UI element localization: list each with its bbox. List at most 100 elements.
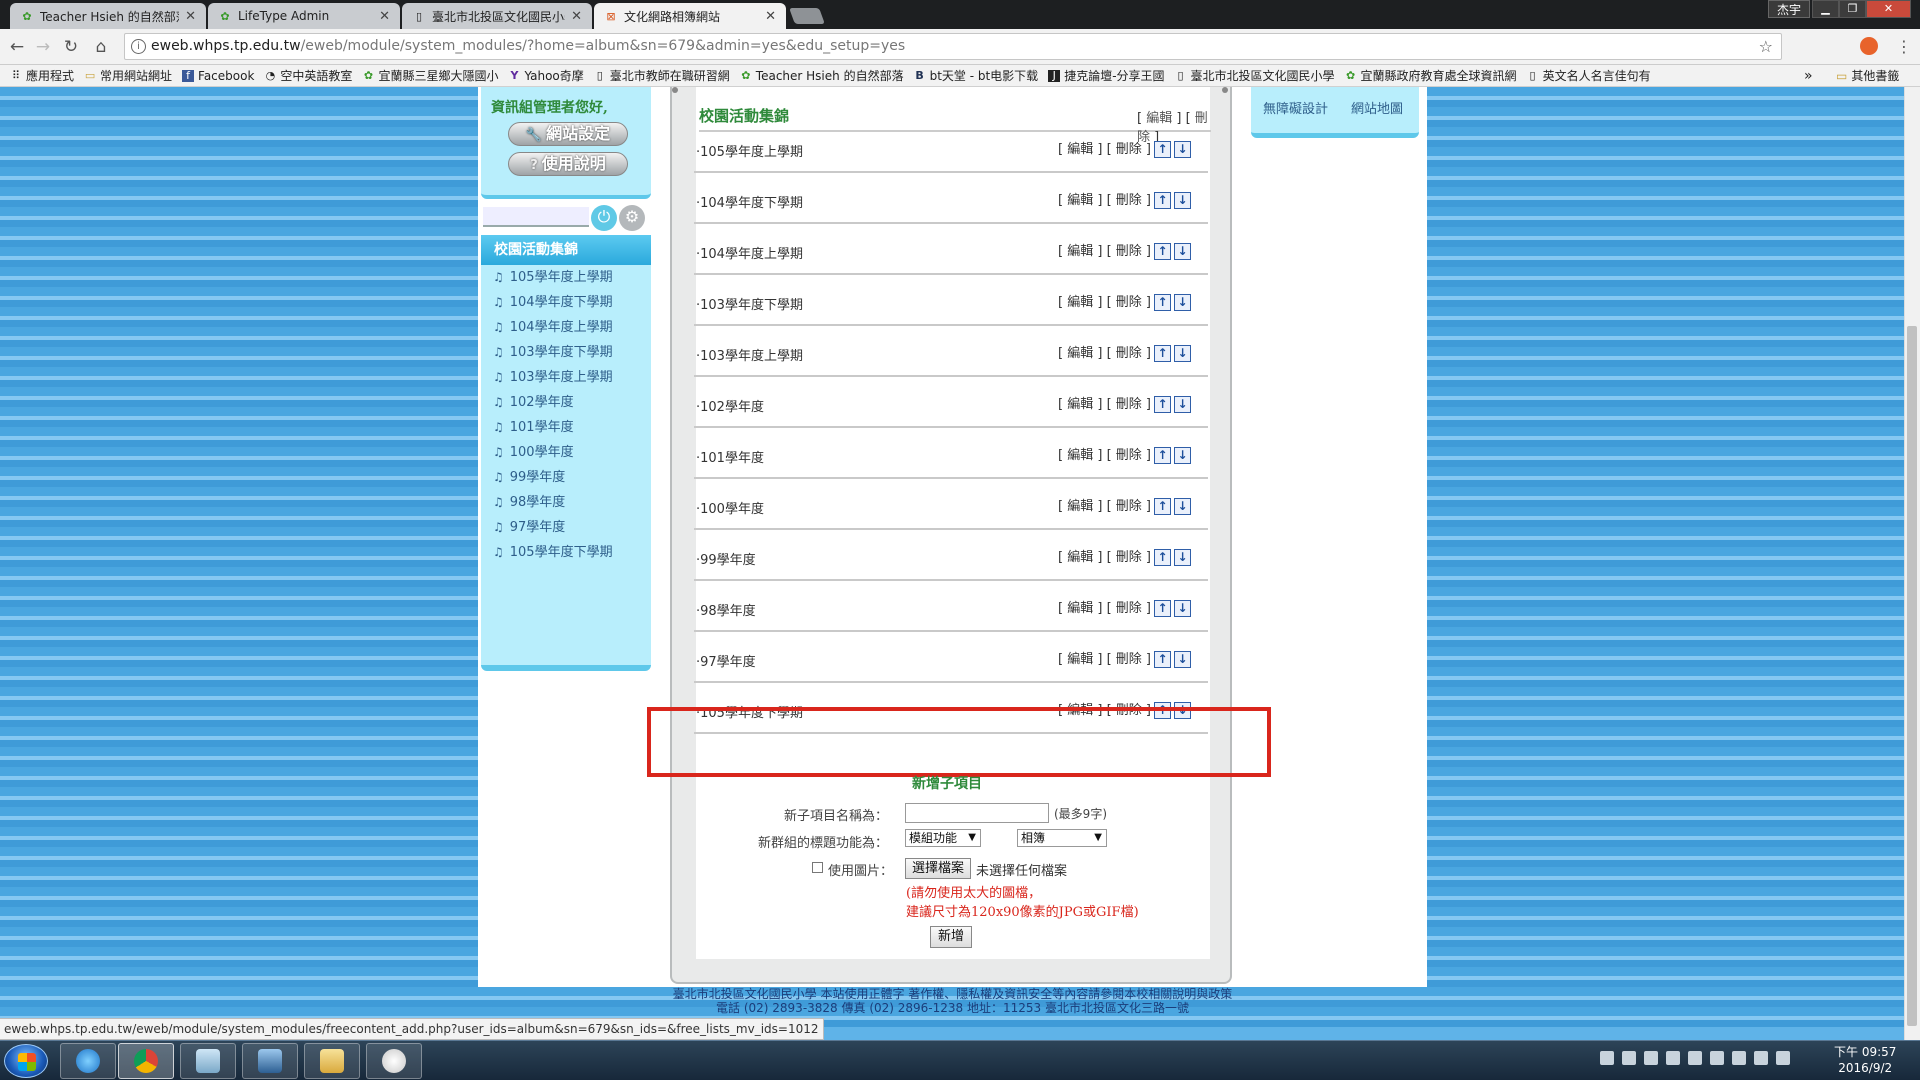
move-down-icon[interactable]: ↓: [1174, 345, 1192, 362]
accessibility-link[interactable]: 無障礙設計: [1263, 98, 1328, 117]
minimize-icon[interactable]: ▁: [1812, 0, 1839, 18]
bookmark-teacher-training[interactable]: ▯ 臺北市教師在職研習網: [594, 67, 730, 84]
close-icon[interactable]: ✕: [765, 9, 776, 24]
move-up-icon[interactable]: ↑: [1154, 651, 1172, 668]
chrome-taskbar-button[interactable]: [118, 1043, 174, 1079]
url-bar[interactable]: i eweb.whps.tp.edu.tw/eweb/module/system…: [124, 33, 1782, 60]
help-icon[interactable]: [1688, 1051, 1702, 1065]
restore-icon[interactable]: ❐: [1839, 0, 1866, 18]
move-down-icon[interactable]: ↓: [1174, 141, 1192, 158]
site-settings-button[interactable]: 🔧 網站設定: [508, 122, 628, 146]
album-select[interactable]: 相簿 ▼: [1017, 829, 1107, 847]
delete-link[interactable]: 刪除: [1116, 499, 1142, 514]
bookmark-english[interactable]: ◔ 空中英語教室: [264, 67, 353, 84]
delete-link[interactable]: 刪除: [1116, 295, 1142, 310]
sidebar-item[interactable]: ♫ 99學年度: [481, 465, 651, 490]
close-icon[interactable]: ✕: [185, 9, 196, 24]
sidebar-item[interactable]: ♫ 98學年度: [481, 490, 651, 515]
choose-file-button[interactable]: 選擇檔案: [905, 858, 971, 879]
tray-icon[interactable]: [1710, 1051, 1724, 1065]
tab-album-site[interactable]: ⊠ 文化網路相簿網站 ✕: [594, 3, 786, 29]
reload-icon[interactable]: ↻: [60, 36, 82, 58]
move-down-icon[interactable]: ↓: [1174, 192, 1192, 209]
move-up-icon[interactable]: ↑: [1154, 345, 1172, 362]
scrollbar-thumb[interactable]: [1907, 326, 1917, 1026]
delete-link[interactable]: 刪除: [1116, 448, 1142, 463]
move-down-icon[interactable]: ↓: [1174, 600, 1192, 617]
edit-link[interactable]: 編輯: [1067, 550, 1093, 565]
start-button[interactable]: [4, 1044, 48, 1078]
ie-taskbar-button[interactable]: [60, 1043, 116, 1079]
power-icon[interactable]: ⏻: [591, 205, 617, 231]
move-up-icon[interactable]: ↑: [1154, 396, 1172, 413]
close-window-icon[interactable]: ✕: [1866, 0, 1911, 18]
sidebar-item[interactable]: ♫ 105學年度上學期: [481, 265, 651, 290]
bookmark-bt[interactable]: Bbt天堂 - bt电影下载: [914, 67, 1038, 84]
delete-link[interactable]: 刪除: [1116, 550, 1142, 565]
user-guide-button[interactable]: ? 使用說明: [508, 152, 628, 176]
tab-teacher-hsieh[interactable]: ✿ Teacher Hsieh 的自然部落格 ✕: [10, 3, 206, 29]
bookmark-facebook[interactable]: f Facebook: [182, 69, 254, 83]
move-down-icon[interactable]: ↓: [1174, 447, 1192, 464]
move-up-icon[interactable]: ↑: [1154, 498, 1172, 515]
move-up-icon[interactable]: ↑: [1154, 549, 1172, 566]
paint-taskbar-button[interactable]: [366, 1043, 422, 1079]
sitemap-link[interactable]: 網站地圖: [1351, 98, 1403, 117]
tray-icon[interactable]: [1644, 1051, 1658, 1065]
taskbar-clock[interactable]: 下午 09:57 2016/9/2: [1834, 1044, 1896, 1076]
forward-icon[interactable]: →: [32, 36, 54, 58]
sidebar-item[interactable]: ♫ 102學年度: [481, 390, 651, 415]
info-icon[interactable]: i: [131, 39, 146, 54]
back-icon[interactable]: ←: [6, 36, 28, 58]
edit-link[interactable]: 編輯: [1067, 397, 1093, 412]
add-button[interactable]: 新增: [930, 926, 972, 948]
edit-link[interactable]: 編輯: [1067, 601, 1093, 616]
tab-school[interactable]: ▯ 臺北市北投區文化國民小學 ✕: [402, 3, 592, 29]
sidebar-item[interactable]: ♫ 103學年度下學期: [481, 340, 651, 365]
delete-link[interactable]: 刪除: [1116, 652, 1142, 667]
bookmark-star-icon[interactable]: ☆: [1759, 34, 1773, 59]
move-up-icon[interactable]: ↑: [1154, 192, 1172, 209]
flag-icon[interactable]: [1732, 1051, 1746, 1065]
edit-link[interactable]: 編輯: [1067, 244, 1093, 259]
move-down-icon[interactable]: ↓: [1174, 651, 1192, 668]
use-image-checkbox[interactable]: [812, 862, 823, 873]
bookmark-apps[interactable]: ⠿ 應用程式: [10, 67, 74, 84]
new-item-name-input[interactable]: [905, 803, 1049, 823]
edit-link[interactable]: 編輯: [1067, 652, 1093, 667]
edit-link[interactable]: 編輯: [1067, 499, 1093, 514]
sidebar-item[interactable]: ♫ 100學年度: [481, 440, 651, 465]
explorer-taskbar-button[interactable]: [304, 1043, 360, 1079]
close-icon[interactable]: ✕: [571, 9, 582, 24]
bookmark-teacher-hsieh[interactable]: ✿ Teacher Hsieh 的自然部落: [740, 67, 903, 84]
delete-link[interactable]: 刪除: [1116, 193, 1142, 208]
volume-icon[interactable]: [1776, 1051, 1790, 1065]
move-up-icon[interactable]: ↑: [1154, 141, 1172, 158]
move-down-icon[interactable]: ↓: [1174, 549, 1192, 566]
new-tab-button[interactable]: [789, 8, 825, 24]
move-up-icon[interactable]: ↑: [1154, 600, 1172, 617]
move-up-icon[interactable]: ↑: [1154, 294, 1172, 311]
module-function-select[interactable]: 模組功能 ▼: [905, 829, 981, 847]
move-down-icon[interactable]: ↓: [1174, 396, 1192, 413]
gear-icon[interactable]: ⚙: [619, 205, 645, 231]
sidebar-item[interactable]: ♫ 103學年度上學期: [481, 365, 651, 390]
delete-link[interactable]: 刪除: [1116, 397, 1142, 412]
edit-link[interactable]: 編輯: [1067, 193, 1093, 208]
network-icon[interactable]: [1754, 1051, 1768, 1065]
edit-link[interactable]: 編輯: [1067, 448, 1093, 463]
bookmark-yilan-edu[interactable]: ✿ 宜蘭縣政府教育處全球資訊網: [1345, 67, 1517, 84]
tray-icon[interactable]: [1600, 1051, 1614, 1065]
home-icon[interactable]: ⌂: [90, 36, 112, 58]
delete-link[interactable]: 刪除: [1116, 142, 1142, 157]
edit-link[interactable]: 編輯: [1067, 295, 1093, 310]
menu-dots-icon[interactable]: ⋮: [1896, 37, 1912, 56]
extension-icon[interactable]: [1860, 37, 1878, 55]
move-down-icon[interactable]: ↓: [1174, 294, 1192, 311]
delete-link[interactable]: 刪除: [1116, 244, 1142, 259]
move-down-icon[interactable]: ↓: [1174, 498, 1192, 515]
move-up-icon[interactable]: ↑: [1154, 447, 1172, 464]
app-taskbar-button[interactable]: [180, 1043, 236, 1079]
window-user-badge[interactable]: 杰宇: [1768, 0, 1811, 18]
tray-icon[interactable]: [1666, 1051, 1680, 1065]
